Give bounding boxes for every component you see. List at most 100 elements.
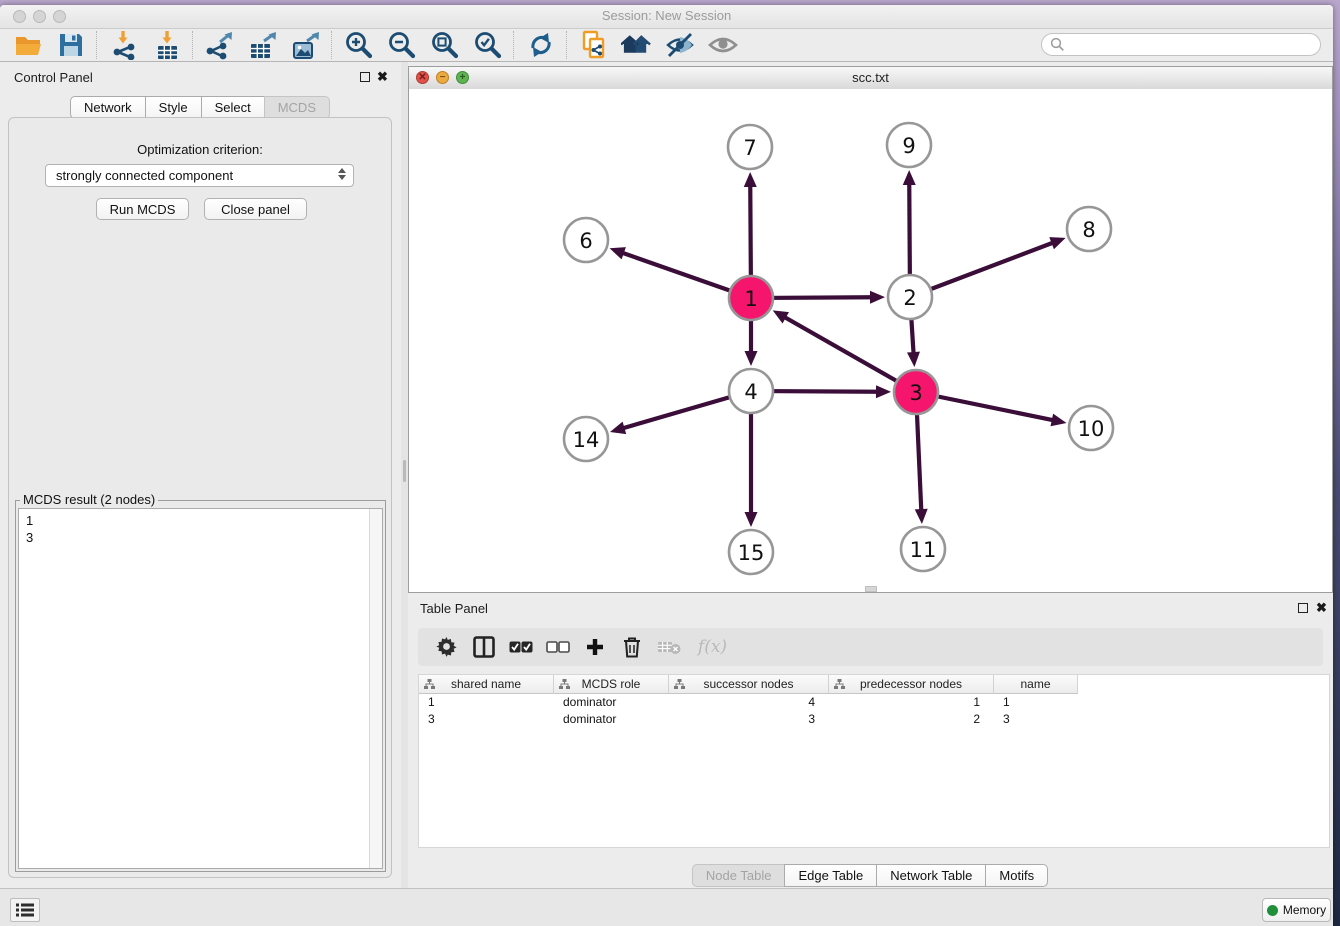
import-table-icon[interactable] — [151, 30, 182, 60]
canvas-scrollbar-stub[interactable] — [865, 586, 877, 592]
tab-select[interactable]: Select — [201, 96, 265, 119]
table-toolbar: f(x) — [418, 628, 1323, 666]
toolbar-separator — [331, 31, 333, 59]
memory-status-icon — [1267, 905, 1278, 916]
main-toolbar — [0, 28, 1333, 62]
zoom-fit-icon[interactable] — [429, 30, 460, 60]
close-panel-icon[interactable]: ✖ — [377, 69, 388, 85]
column-header-shared_name[interactable]: shared name — [419, 675, 554, 694]
column-type-icon — [834, 679, 845, 690]
table-cell-name[interactable]: 3 — [994, 711, 1078, 728]
network-window-titlebar[interactable]: ✕ − + scc.txt — [409, 67, 1332, 90]
home-icon[interactable] — [621, 30, 652, 60]
divider-grip[interactable] — [403, 460, 406, 482]
column-label: name — [1020, 677, 1050, 691]
column-type-icon — [424, 679, 435, 690]
table-cell-shared_name[interactable]: 3 — [419, 711, 554, 728]
run-mcds-button[interactable]: Run MCDS — [96, 198, 189, 220]
network-canvas-svg: 7968124314101511 — [409, 89, 1332, 592]
status-bar: Memory — [0, 888, 1333, 926]
column-header-mcds_role[interactable]: MCDS role — [554, 675, 669, 694]
tab-edge-table[interactable]: Edge Table — [784, 864, 877, 887]
close-panel-button[interactable]: Close panel — [204, 198, 307, 220]
network-canvas[interactable]: 7968124314101511 — [409, 89, 1332, 592]
select-all-icon[interactable] — [508, 634, 534, 660]
table-cell-predecessor_nodes[interactable]: 2 — [829, 711, 994, 728]
column-header-successor_nodes[interactable]: successor nodes — [669, 675, 829, 694]
table-cell-name[interactable]: 1 — [994, 694, 1078, 711]
graph-edge-arrowhead — [907, 352, 920, 367]
table-cell-successor_nodes[interactable]: 3 — [669, 711, 829, 728]
tab-style[interactable]: Style — [145, 96, 202, 119]
import-network-icon[interactable] — [108, 30, 139, 60]
toolbar-separator — [566, 31, 568, 59]
table-panel-header: Table Panel ✖ — [408, 595, 1333, 621]
refresh-icon[interactable] — [525, 30, 556, 60]
graph-edge-arrowhead — [870, 291, 885, 304]
table-cell-successor_nodes[interactable]: 4 — [669, 694, 829, 711]
close-table-panel-icon[interactable]: ✖ — [1316, 600, 1327, 616]
memory-button[interactable]: Memory — [1262, 898, 1331, 922]
column-layout-icon[interactable] — [471, 634, 497, 660]
save-session-icon[interactable] — [55, 30, 86, 60]
result-line: 3 — [26, 529, 362, 546]
tab-motifs[interactable]: Motifs — [985, 864, 1048, 887]
mcds-result-area[interactable]: 13 — [18, 508, 383, 869]
optimization-criterion-select[interactable]: strongly connected component — [45, 164, 354, 187]
app-title: Session: New Session — [0, 8, 1333, 23]
graph-edge-arrowhead — [610, 247, 626, 259]
toolbar-separator — [192, 31, 194, 59]
memory-label: Memory — [1283, 903, 1326, 917]
float-table-panel-icon[interactable] — [1298, 603, 1308, 613]
result-scrollbar[interactable] — [369, 509, 382, 868]
column-header-predecessor_nodes[interactable]: predecessor nodes — [829, 675, 994, 694]
table-row[interactable]: 1dominator411 — [419, 694, 1329, 711]
column-header-name[interactable]: name — [994, 675, 1078, 694]
table-row[interactable]: 3dominator323 — [419, 711, 1329, 728]
export-image-icon[interactable] — [290, 30, 321, 60]
zoom-selected-icon[interactable] — [472, 30, 503, 60]
open-session-icon[interactable] — [12, 30, 43, 60]
column-type-icon — [559, 679, 570, 690]
mcds-panel: Optimization criterion: strongly connect… — [8, 117, 392, 878]
column-label: successor nodes — [703, 677, 793, 691]
mcds-result-box: MCDS result (2 nodes) 13 — [15, 500, 386, 872]
graph-node-label-9: 9 — [902, 134, 915, 158]
zoom-in-icon[interactable] — [343, 30, 374, 60]
function-builder-disabled-icon: f(x) — [693, 634, 733, 660]
hide-graphics-details-icon[interactable] — [664, 30, 695, 60]
table-options-icon[interactable] — [434, 634, 460, 660]
tab-network-table[interactable]: Network Table — [876, 864, 986, 887]
show-graphics-details-icon[interactable] — [707, 30, 738, 60]
graph-edge-arrowhead — [745, 351, 758, 366]
table-cell-mcds_role[interactable]: dominator — [554, 711, 669, 728]
control-panel-title: Control Panel — [14, 70, 93, 85]
graph-edge-arrowhead — [1051, 414, 1067, 427]
copy-network-icon[interactable] — [578, 30, 609, 60]
zoom-out-icon[interactable] — [386, 30, 417, 60]
node-table-header: shared name MCDS role successor nodes prede… — [419, 675, 1329, 694]
add-icon[interactable] — [582, 634, 608, 660]
toolbar-separator — [96, 31, 98, 59]
graph-edge-arrowhead — [745, 512, 758, 527]
table-cell-shared_name[interactable]: 1 — [419, 694, 554, 711]
delete-icon[interactable] — [619, 634, 645, 660]
network-title: scc.txt — [409, 70, 1332, 85]
table-panel-tabs: Node Table Edge Table Network Table Moti… — [408, 864, 1333, 887]
mcds-result-legend: MCDS result (2 nodes) — [20, 492, 158, 507]
export-table-icon[interactable] — [247, 30, 278, 60]
search-icon — [1050, 37, 1065, 52]
tab-node-table[interactable]: Node Table — [692, 864, 786, 887]
export-network-icon[interactable] — [204, 30, 235, 60]
task-history-button[interactable] — [10, 898, 40, 922]
table-cell-predecessor_nodes[interactable]: 1 — [829, 694, 994, 711]
graph-node-label-4: 4 — [744, 380, 757, 404]
tab-network[interactable]: Network — [70, 96, 146, 119]
column-label: MCDS role — [582, 677, 641, 691]
deselect-all-icon[interactable] — [545, 634, 571, 660]
tab-mcds[interactable]: MCDS — [264, 96, 330, 119]
float-panel-icon[interactable] — [360, 72, 370, 82]
panel-divider[interactable] — [401, 62, 408, 888]
search-input[interactable] — [1041, 33, 1321, 56]
table-cell-mcds_role[interactable]: dominator — [554, 694, 669, 711]
